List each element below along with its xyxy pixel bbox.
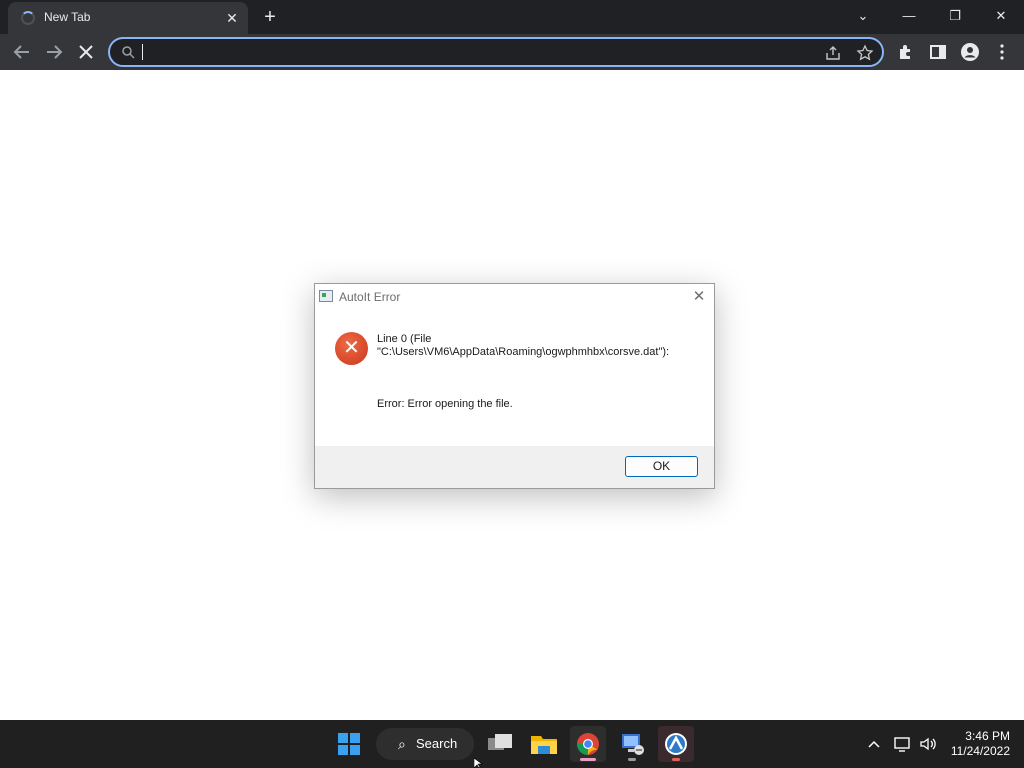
mouse-cursor-icon [474,758,483,768]
volume-icon[interactable] [918,734,938,754]
clock-time: 3:46 PM [965,729,1010,743]
side-panel-icon[interactable] [928,42,948,62]
loading-spinner-icon [21,11,35,25]
forward-icon[interactable] [42,40,66,64]
search-icon: ⌕ [398,736,406,752]
maximize-button[interactable]: ❐ [940,4,970,28]
autoit-error-dialog: AutoIt Error ✕ ✕ Line 0 (File "C:\Users\… [314,283,715,489]
active-indicator [580,758,596,761]
chrome-icon[interactable] [570,726,606,762]
task-view-icon[interactable] [482,726,518,762]
ok-button[interactable]: OK [625,456,698,477]
error-message-line1: Line 0 (File [377,333,432,345]
file-explorer-icon[interactable] [526,726,562,762]
tab-new-tab[interactable]: New Tab ✕ [8,2,248,34]
minimize-button[interactable]: — [894,4,924,28]
running-indicator [628,758,636,761]
dialog-title: AutoIt Error [339,290,401,304]
menu-icon[interactable] [992,42,1012,62]
network-tool-icon[interactable] [614,726,650,762]
autoit-icon[interactable] [658,726,694,762]
network-icon[interactable] [892,734,912,754]
clock-date: 11/24/2022 [950,744,1010,758]
taskbar-clock[interactable]: 3:46 PM 11/24/2022 [940,729,1010,759]
browser-toolbar [0,34,1024,70]
dialog-titlebar[interactable]: AutoIt Error ✕ [315,284,714,310]
error-icon: ✕ [335,332,368,365]
stop-icon[interactable] [74,40,98,64]
star-icon[interactable] [856,44,874,62]
dialog-close-icon[interactable]: ✕ [689,287,709,307]
tab-close-icon[interactable]: ✕ [223,9,241,27]
taskbar-search-label: Search [416,736,458,751]
start-button[interactable] [331,726,367,762]
running-indicator [672,758,680,761]
profile-icon[interactable] [960,42,980,62]
chevron-up-icon[interactable] [864,734,884,754]
start-icon [338,733,360,755]
error-message-line2: "C:\Users\VM6\AppData\Roaming\ogwphmhbx\… [377,346,670,358]
error-message: Line 0 (File "C:\Users\VM6\AppData\Roami… [377,333,707,359]
tab-search-icon[interactable]: ⌄ [848,4,878,28]
dialog-footer: OK [315,446,714,488]
browser-titlebar: New Tab ✕ + ⌄ — ❐ ✕ [0,0,1024,34]
error-detail: Error: Error opening the file. [377,398,513,410]
search-icon [121,45,135,59]
taskbar: ⌕ Search 3:46 PM 11/24/2022 [0,720,1024,768]
window-app-icon [319,290,333,302]
share-icon[interactable] [824,44,842,62]
new-tab-button[interactable]: + [258,5,282,29]
back-icon[interactable] [10,40,34,64]
taskbar-search-button[interactable]: ⌕ Search [376,728,474,760]
close-window-button[interactable]: ✕ [986,4,1016,28]
text-caret [142,44,143,60]
tab-title: New Tab [44,10,91,24]
extensions-icon[interactable] [896,42,916,62]
address-bar[interactable] [108,37,884,67]
